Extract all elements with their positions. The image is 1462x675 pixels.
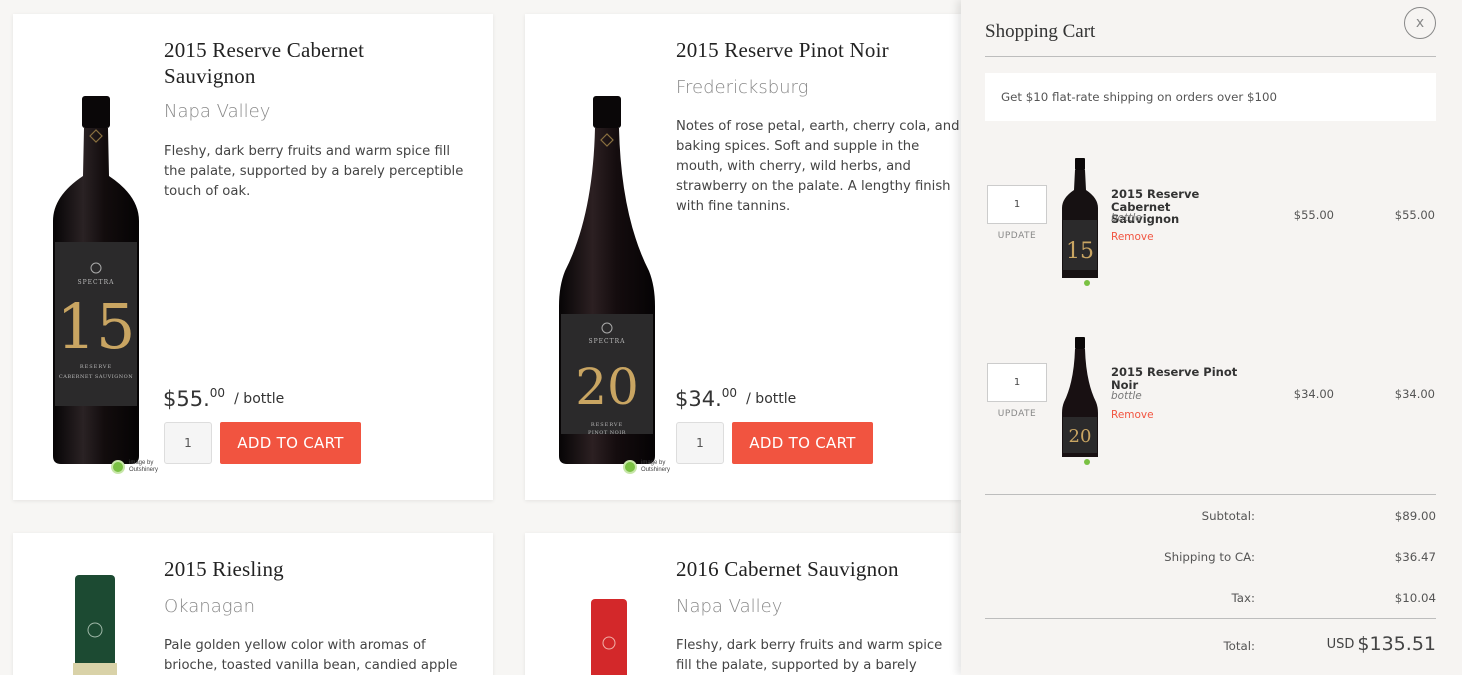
bottle-label-number: 15 xyxy=(57,290,136,363)
cart-item-price: $34.00 xyxy=(1293,387,1334,401)
add-to-cart-button[interactable]: ADD TO CART xyxy=(732,422,873,464)
wine-bottle-image: SPECTRA 20 RESERVE PINOT NOIR xyxy=(559,96,655,464)
tax-label: Tax: xyxy=(1231,591,1255,605)
total-label: Total: xyxy=(1223,639,1255,653)
cart-item-update-button[interactable]: UPDATE xyxy=(987,231,1047,241)
product-price: $34.00 / bottle xyxy=(675,386,796,411)
close-cart-button[interactable]: x xyxy=(1404,7,1436,39)
image-credit: image by Outshinery xyxy=(623,460,677,474)
bottle-label-number: 20 xyxy=(575,358,639,416)
product-region: Okanagan xyxy=(164,596,255,617)
product-title: 2015 Reserve Pinot Noir xyxy=(676,38,889,62)
cart-item-quantity-input[interactable]: 1 xyxy=(987,363,1047,402)
price-dollars: $55. xyxy=(163,387,210,411)
cart-item-remove-link[interactable]: Remove xyxy=(1111,409,1154,421)
wine-bottle-image: SPECTRA 15 RESERVE CABERNET SAUVIGNON xyxy=(53,96,139,464)
product-region: Fredericksburg xyxy=(676,77,809,98)
add-to-cart-button[interactable]: ADD TO CART xyxy=(220,422,361,464)
bottle-brand-text: SPECTRA xyxy=(589,338,626,345)
cart-item-quantity-input[interactable]: 1 xyxy=(987,185,1047,224)
product-card-cabernet-2016: 2016 Cabernet Sauvignon Napa Valley Fles… xyxy=(525,533,961,675)
product-region: Napa Valley xyxy=(164,101,271,122)
product-card-cabernet-reserve: SPECTRA 15 RESERVE CABERNET SAUVIGNON im… xyxy=(13,14,493,500)
total-currency: USD xyxy=(1326,637,1355,652)
product-title: 2015 Reserve Cabernet Sauvignon xyxy=(164,37,464,89)
image-credit: image by Outshinery xyxy=(111,460,165,474)
product-description: Pale golden yellow color with aromas of … xyxy=(164,638,458,673)
cart-item-remove-link[interactable]: Remove xyxy=(1111,231,1154,243)
cart-item-update-button[interactable]: UPDATE xyxy=(987,409,1047,419)
product-description: Notes of rose petal, earth, cherry cola,… xyxy=(676,119,960,214)
cart-item-name: 2015 Reserve Pinot Noir xyxy=(1111,366,1241,391)
bottle-label-varietal: PINOT NOIR xyxy=(588,430,626,436)
total-value: USD $135.51 xyxy=(1236,633,1436,655)
price-unit: / bottle xyxy=(746,391,797,407)
wine-bottle-image xyxy=(73,575,117,675)
product-title: 2015 Riesling xyxy=(164,557,284,581)
outshinery-logo-icon xyxy=(623,460,637,474)
outshinery-logo-icon xyxy=(111,460,125,474)
image-credit-text: image by Outshinery xyxy=(129,460,159,473)
shopping-cart-panel: Shopping Cart x Get $10 flat-rate shippi… xyxy=(961,0,1462,675)
quantity-input[interactable]: 1 xyxy=(676,422,724,464)
svg-text:20: 20 xyxy=(1069,426,1092,447)
product-card-pinot-reserve: SPECTRA 20 RESERVE PINOT NOIR image by O… xyxy=(525,14,961,500)
bottle-label-sub: RESERVE xyxy=(80,364,112,370)
tax-value: $10.04 xyxy=(1394,591,1436,605)
product-card-riesling: 2015 Riesling Okanagan Pale golden yello… xyxy=(13,533,493,675)
product-region: Napa Valley xyxy=(676,596,783,617)
cart-items-divider xyxy=(985,494,1436,495)
cart-total-divider xyxy=(985,618,1436,619)
product-title-line2: Sauvignon xyxy=(164,64,256,88)
wine-bottle-image xyxy=(591,599,627,675)
product-title-line1: 2015 Reserve Cabernet xyxy=(164,38,365,62)
product-title: 2016 Cabernet Sauvignon xyxy=(676,557,899,581)
product-price: $55.00 / bottle xyxy=(163,386,284,411)
bottle-label-sub: RESERVE xyxy=(591,422,623,428)
cart-item-price: $55.00 xyxy=(1293,208,1334,222)
shipping-value: $36.47 xyxy=(1394,550,1436,564)
subtotal-label: Subtotal: xyxy=(1201,509,1255,523)
shipping-label: Shipping to CA: xyxy=(1164,550,1255,564)
price-unit: / bottle xyxy=(234,391,285,407)
shipping-promo-banner: Get $10 flat-rate shipping on orders ove… xyxy=(985,73,1436,121)
product-description: Fleshy, dark berry fruits and warm spice… xyxy=(676,638,943,673)
svg-text:15: 15 xyxy=(1066,239,1094,264)
cart-item-bottle-image: 20 xyxy=(1062,337,1098,465)
cart-title: Shopping Cart xyxy=(985,21,1096,42)
subtotal-value: $89.00 xyxy=(1394,509,1436,523)
cart-item-unit: bottle xyxy=(1111,390,1142,402)
bottle-brand-text: SPECTRA xyxy=(78,279,115,286)
price-cents: 00 xyxy=(721,386,738,400)
image-credit-text: image by Outshinery xyxy=(641,460,671,473)
price-dollars: $34. xyxy=(675,387,722,411)
cart-item-line-total: $55.00 xyxy=(1394,208,1435,222)
bottle-label-varietal: CABERNET SAUVIGNON xyxy=(59,374,133,380)
cart-item-line-total: $34.00 xyxy=(1394,387,1435,401)
price-cents: 00 xyxy=(209,386,226,400)
quantity-input[interactable]: 1 xyxy=(164,422,212,464)
cart-item-unit: bottle xyxy=(1111,212,1142,224)
cart-header-divider xyxy=(985,56,1436,57)
product-description: Fleshy, dark berry fruits and warm spice… xyxy=(164,144,464,199)
cart-item-bottle-image: 15 xyxy=(1062,158,1098,286)
total-amount: $135.51 xyxy=(1357,633,1436,655)
